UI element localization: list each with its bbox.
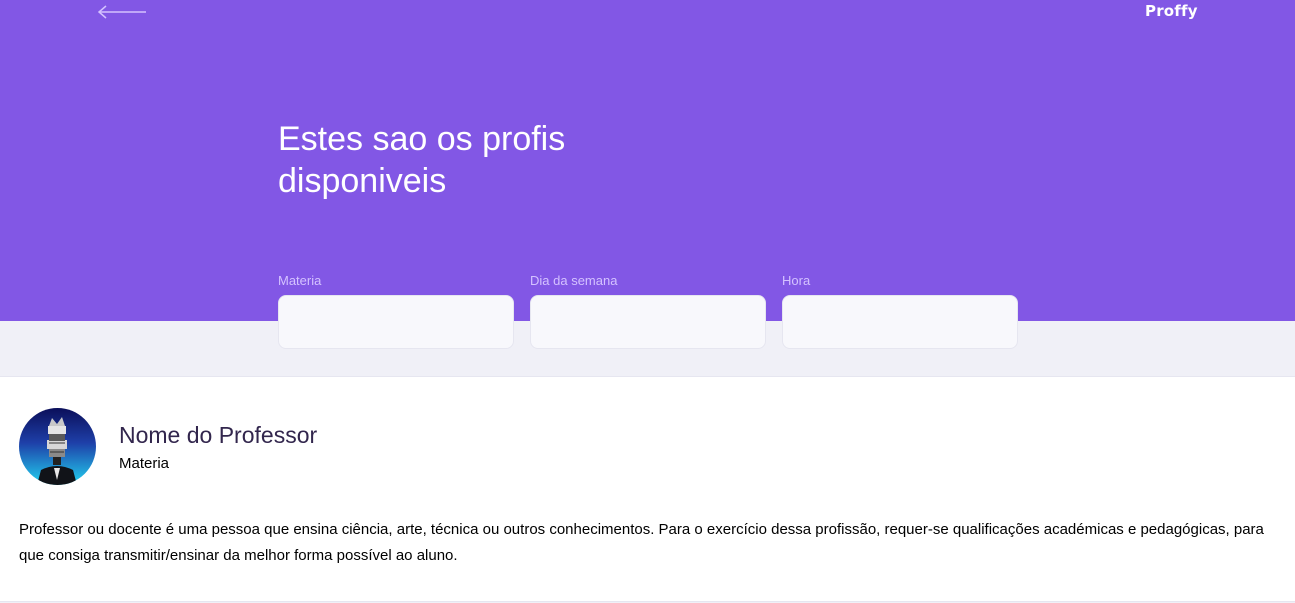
teacher-subject: Materia (119, 455, 170, 472)
subject-filter-label: Materia (278, 273, 322, 288)
weekday-filter-label: Dia da semana (530, 273, 618, 288)
avatar-image (19, 408, 96, 485)
subject-filter: Materia (278, 273, 514, 349)
teacher-bio: Professor ou docente é uma pessoa que en… (19, 521, 1264, 564)
weekday-input[interactable] (530, 295, 766, 349)
teacher-card: Nome do Professor Materia Professor ou d… (0, 376, 1295, 602)
teacher-name: Nome do Professor (119, 422, 318, 448)
logo[interactable]: Proffy (1145, 2, 1198, 20)
time-filter: Hora (782, 273, 1018, 349)
page-header: Proffy Estes sao os profis disponiveis M… (0, 0, 1295, 349)
back-link[interactable] (96, 4, 148, 20)
subject-input[interactable] (278, 295, 514, 349)
weekday-filter: Dia da semana (530, 273, 766, 349)
avatar (19, 408, 96, 485)
arrow-left-icon (97, 5, 146, 19)
time-filter-label: Hora (782, 273, 811, 288)
page-title: Estes sao os profis disponiveis (278, 120, 566, 200)
time-input[interactable] (782, 295, 1018, 349)
